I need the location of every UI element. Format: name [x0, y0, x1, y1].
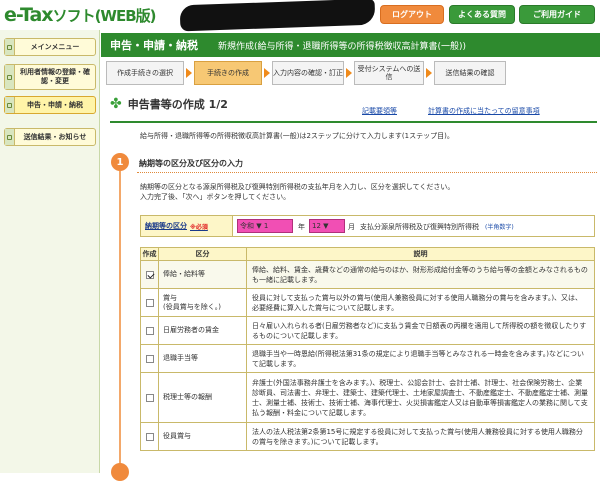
sidebar-item-label: メインメニュー	[30, 42, 80, 51]
title-sub: 新規作成(給与所得・退職所得等の所得税徴収高計算書(一般))	[218, 41, 467, 52]
row-category: 役員賞与	[158, 422, 247, 451]
sidebar: メインメニュー 利用者情報の登録・確認・変更 申告・申請・納税 送信結果・お知ら…	[0, 30, 100, 473]
title-main: 申告・申請・納税	[110, 39, 198, 52]
row-check-cell	[140, 288, 159, 317]
bullet-icon	[5, 65, 15, 89]
bullet-icon	[5, 97, 15, 113]
notes-link[interactable]: 計算書の作成に当たっての留意事項	[428, 106, 540, 116]
intro-text: 給与所得・退職所得等の所得税徴収高計算書(一般)は2ステップに分けて入力します(…	[140, 132, 454, 140]
bullet-icon	[5, 129, 15, 145]
row-description: 退職手当や一時恩給(所得税法第31条の規定により退職手当等とみなされる一時金を含…	[246, 344, 595, 373]
arrow-icon	[186, 68, 192, 78]
row-checkbox[interactable]	[145, 354, 154, 363]
etax-logo[interactable]: e-Taxソフト(WEB版)	[4, 4, 157, 26]
row-checkbox[interactable]	[145, 326, 154, 335]
logo-main-text: e-Tax	[4, 4, 54, 26]
step-send: 受付システムへの送信	[354, 61, 424, 85]
month-value: 12	[312, 222, 321, 230]
table-row: 日雇労務者の賃金 日々雇い入れられる者(日雇労務者など)に支払う賃金で日額表の丙…	[140, 316, 595, 345]
table-row: 賞与 (役員賞与を除く。) 役員に対して支払った賞与以外の賞与(使用人兼務役員に…	[140, 288, 595, 317]
sidebar-item-label: 利用者情報の登録・確認・変更	[20, 68, 90, 85]
clover-icon: ✤	[110, 96, 122, 112]
table-row: 退職手当等 退職手当や一時恩給(所得税法第31条の規定により退職手当等とみなされ…	[140, 344, 595, 373]
arrow-icon	[346, 68, 352, 78]
row-check-cell	[140, 316, 159, 345]
step-description-line: 納期等の区分となる源泉所得税及び復興特別所得税の支払年月を入力し、区分を選択して…	[140, 183, 455, 191]
table-header-row: 作成 区分 説明	[140, 247, 595, 261]
row-checkbox[interactable]	[145, 270, 154, 279]
col-header-category: 区分	[158, 247, 247, 261]
sidebar-item-label: 送信結果・お知らせ	[23, 132, 87, 141]
step-divider	[137, 172, 597, 173]
sidebar-item-user-info[interactable]: 利用者情報の登録・確認・変更	[4, 64, 96, 90]
progress-steps: 作成手続きの選択 手続きの作成 入力内容の確認・訂正 受付システムへの送信 送信…	[106, 61, 600, 85]
step-line	[119, 171, 121, 473]
step-description: 納期等の区分となる源泉所得税及び復興特別所得税の支払年月を入力し、区分を選択して…	[140, 182, 454, 202]
row-description: 役員に対して支払った賞与以外の賞与(使用人兼務役員に対する使用人職務分の賞与を含…	[246, 288, 595, 317]
row-checkbox[interactable]	[145, 432, 154, 441]
row-check-cell	[140, 344, 159, 373]
period-text: 支払分源泉所得税及び復興特別所得税	[360, 223, 479, 231]
half-width-note: (半角数字)	[485, 224, 514, 231]
section-title-text: 申告書等の作成 1/2	[127, 98, 228, 111]
step-result: 送信結果の確認	[434, 61, 506, 85]
bullet-icon	[5, 39, 15, 55]
step-description-line: 入力完了後、「次へ」ボタンを押してください。	[140, 193, 291, 201]
row-description: 弁護士(外国法事務弁護士を含みます。)、税理士、公認会計士、会計士補、計理士、社…	[246, 372, 595, 423]
step-select: 作成手続きの選択	[106, 61, 184, 85]
required-mark: ※必須	[190, 223, 208, 231]
row-category: 俸給・給料等	[158, 260, 247, 289]
section-title: ✤ 申告書等の作成 1/2	[110, 96, 228, 112]
step-number-badge-next	[111, 463, 129, 481]
faq-button[interactable]: よくある質問	[449, 5, 515, 24]
sidebar-item-filing[interactable]: 申告・申請・納税	[4, 96, 96, 114]
title-bar: 申告・申請・納税 新規作成(給与所得・退職所得等の所得税徴収高計算書(一般))	[101, 33, 600, 57]
row-category: 税理士等の報酬	[158, 372, 247, 423]
month-select[interactable]: 12 ▼	[309, 219, 345, 233]
step-create: 手続きの作成	[194, 61, 262, 85]
category-table: 作成 区分 説明 俸給・給料等 俸給、給料、賃金、歳費などの通常の給与のほか、財…	[140, 247, 595, 451]
period-row: 納期等の区分 ※必須 令和 ▼ 1 年 12 ▼ 月 支払分源泉所得税及び復興特別…	[140, 215, 595, 237]
row-description: 俸給、給料、賃金、歳費などの通常の給与のほか、財形形成給付金等のうち給与等の金額…	[246, 260, 595, 289]
year-unit: 年	[298, 223, 305, 231]
era-value: 令和	[240, 222, 254, 230]
sidebar-item-main-menu[interactable]: メインメニュー	[4, 38, 96, 56]
step-confirm: 入力内容の確認・訂正	[272, 61, 344, 85]
year-value: 1	[263, 222, 269, 230]
arrow-icon	[426, 68, 432, 78]
row-checkbox[interactable]	[145, 393, 154, 402]
row-category: 賞与 (役員賞与を除く。)	[158, 288, 247, 317]
table-row: 役員賞与 法人の法人税法第2条第15号に規定する役員に対して支払った賞与(使用人…	[140, 422, 595, 451]
period-label: 納期等の区分 ※必須	[141, 216, 233, 236]
row-description: 法人の法人税法第2条第15号に規定する役員に対して支払った賞与(使用人兼務役員に…	[246, 422, 595, 451]
era-select[interactable]: 令和 ▼ 1	[237, 219, 293, 233]
period-label-text[interactable]: 納期等の区分	[145, 221, 187, 231]
row-description: 日々雇い入れられる者(日雇労務者など)に支払う賃金で日額表の丙欄を適用して所得税…	[246, 316, 595, 345]
arrow-icon	[264, 68, 270, 78]
step-heading: 納期等の区分及び区分の入力	[139, 159, 243, 168]
row-check-cell	[140, 260, 159, 289]
logout-button[interactable]: ログアウト	[380, 5, 444, 24]
row-checkbox[interactable]	[145, 298, 154, 307]
col-header-check: 作成	[140, 247, 159, 261]
guideline-link[interactable]: 記載要領等	[362, 106, 397, 116]
row-category: 日雇労務者の賃金	[158, 316, 247, 345]
table-row: 俸給・給料等 俸給、給料、賃金、歳費などの通常の給与のほか、財形形成給付金等のう…	[140, 260, 595, 289]
app-header: e-Taxソフト(WEB版) ログアウト よくある質問 ご利用ガイド	[0, 0, 600, 32]
sidebar-item-label: 申告・申請・納税	[27, 100, 83, 109]
row-check-cell	[140, 422, 159, 451]
divider	[110, 121, 597, 123]
redacted-area	[179, 0, 376, 32]
sidebar-item-results[interactable]: 送信結果・お知らせ	[4, 128, 96, 146]
guide-button[interactable]: ご利用ガイド	[519, 5, 595, 24]
col-header-description: 説明	[246, 247, 595, 261]
row-check-cell	[140, 372, 159, 423]
logo-sub-text: ソフト(WEB版)	[52, 7, 157, 25]
step-number-badge: 1	[111, 153, 129, 171]
month-unit: 月	[348, 223, 355, 231]
table-row: 税理士等の報酬 弁護士(外国法事務弁護士を含みます。)、税理士、公認会計士、会計…	[140, 372, 595, 423]
row-category: 退職手当等	[158, 344, 247, 373]
